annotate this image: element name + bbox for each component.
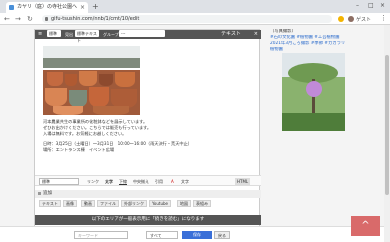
- font-select[interactable]: 標準: [47, 30, 61, 37]
- browser-window: カヤリ（庭）の寺社公園へ × + – □ × ← → ↻ gifu-tsushi…: [0, 0, 390, 242]
- format-toolbar: 標準 リンク 太字 下線 中央揃え 引用 A 文字 HTML: [35, 175, 261, 186]
- minimize-button[interactable]: –: [356, 2, 359, 9]
- size-select[interactable]: 標準テキスト: [75, 30, 99, 43]
- url-text: gifu-tsushin.com/nnb/1/cmt/10/edit: [51, 16, 140, 22]
- avatar[interactable]: [348, 16, 354, 22]
- read-more-notice: 以下のエリアが一般表示用に「続きを読む」になります: [35, 215, 261, 225]
- address-bar: ← → ↻ gifu-tsushin.com/nnb/1/cmt/10/edit…: [0, 13, 390, 25]
- favicon-icon: [9, 5, 14, 10]
- forward-icon[interactable]: →: [15, 15, 21, 23]
- menu-icon[interactable]: ⋮: [380, 14, 387, 22]
- block-type-buttons: テキスト 画像 動画 ファイル 外部リンク Youtube 地図 表組み: [35, 199, 261, 208]
- tab-bar: カヤリ（庭）の寺社公園へ × + – □ ×: [0, 0, 390, 13]
- article-photo: [43, 46, 140, 115]
- editor-bar-label: テキスト: [221, 31, 241, 37]
- add-label: 追加: [43, 191, 52, 196]
- scrollbar-thumb[interactable]: [385, 55, 389, 195]
- lock-icon: [45, 17, 48, 21]
- link-button[interactable]: リンク: [87, 178, 99, 185]
- maximize-button[interactable]: □: [368, 2, 374, 9]
- sidebar: （写真撮影） #石の文化園 #植物園 #工芸植物園 2021年3月ごろ撮影 #季…: [270, 29, 380, 169]
- add-link-button[interactable]: 外部リンク: [121, 200, 147, 207]
- group-label: グループ: [103, 32, 119, 37]
- size-label: 見出: [65, 32, 73, 37]
- browser-tab[interactable]: カヤリ（庭）の寺社公園へ ×: [6, 2, 88, 13]
- add-image-button[interactable]: 画像: [63, 200, 77, 207]
- underline-button[interactable]: 下線: [119, 178, 127, 185]
- reload-icon[interactable]: ↻: [27, 15, 33, 23]
- drag-handle-icon[interactable]: ≡: [38, 30, 42, 39]
- sidebar-photo: [282, 53, 345, 131]
- page-content: ≡ 標準 見出 標準テキスト グループ --- テキスト × 河本農業共生の事業…: [0, 25, 390, 242]
- editor-footer: キーワード すべて 保存 戻る: [0, 226, 390, 242]
- sidebar-caption: （写真撮影） #石の文化園 #植物園 #工芸植物園 2021年3月ごろ撮影 #季…: [270, 29, 380, 53]
- add-text-button[interactable]: テキスト: [39, 200, 61, 207]
- add-icon: [38, 192, 41, 195]
- editor-header: ≡ 標準 見出 標準テキスト グループ --- テキスト ×: [35, 30, 261, 43]
- text-color-button[interactable]: A: [171, 178, 174, 185]
- url-field[interactable]: gifu-tsushin.com/nnb/1/cmt/10/edit: [42, 15, 332, 23]
- profile-label[interactable]: ゲスト: [356, 16, 371, 23]
- text-style-button[interactable]: 文字: [181, 178, 189, 185]
- back-to-top-button[interactable]: ^: [351, 216, 380, 236]
- add-video-button[interactable]: 動画: [81, 200, 95, 207]
- format-select[interactable]: 標準: [39, 178, 79, 185]
- quote-button[interactable]: 引用: [155, 178, 163, 185]
- keyword-input[interactable]: キーワード: [74, 231, 128, 239]
- footer-select[interactable]: すべて: [146, 231, 178, 239]
- window-close-button[interactable]: ×: [380, 2, 385, 9]
- add-file-button[interactable]: ファイル: [97, 200, 119, 207]
- star-icon[interactable]: [338, 16, 344, 22]
- tab-title: カヤリ（庭）の寺社公園へ: [17, 4, 78, 10]
- new-tab-button[interactable]: +: [92, 2, 99, 11]
- save-button[interactable]: 保存: [182, 231, 212, 239]
- add-youtube-button[interactable]: Youtube: [149, 200, 171, 207]
- add-section-header: 追加: [35, 190, 261, 198]
- back-button[interactable]: 戻る: [214, 231, 230, 239]
- article-editor: ≡ 標準 見出 標準テキスト グループ --- テキスト × 河本農業共生の事業…: [34, 29, 261, 240]
- back-icon[interactable]: ←: [4, 15, 10, 23]
- detail-line: 場所：エントランス棟 イベント広場: [43, 147, 115, 152]
- center-align-button[interactable]: 中央揃え: [133, 178, 149, 185]
- group-select[interactable]: ---: [119, 30, 165, 37]
- bold-button[interactable]: 太字: [105, 178, 113, 185]
- add-map-button[interactable]: 地図: [177, 200, 191, 207]
- article-body[interactable]: 河本農業共生の事業所の化粧鉢などを展示しています。 ぜひお出かけください。こちら…: [43, 119, 255, 153]
- add-table-button[interactable]: 表組み: [193, 200, 211, 207]
- tab-close-icon[interactable]: ×: [80, 2, 85, 13]
- page-scrollbar[interactable]: [384, 25, 390, 242]
- html-toggle-button[interactable]: HTML: [235, 178, 251, 185]
- editor-close-icon[interactable]: ×: [254, 30, 258, 39]
